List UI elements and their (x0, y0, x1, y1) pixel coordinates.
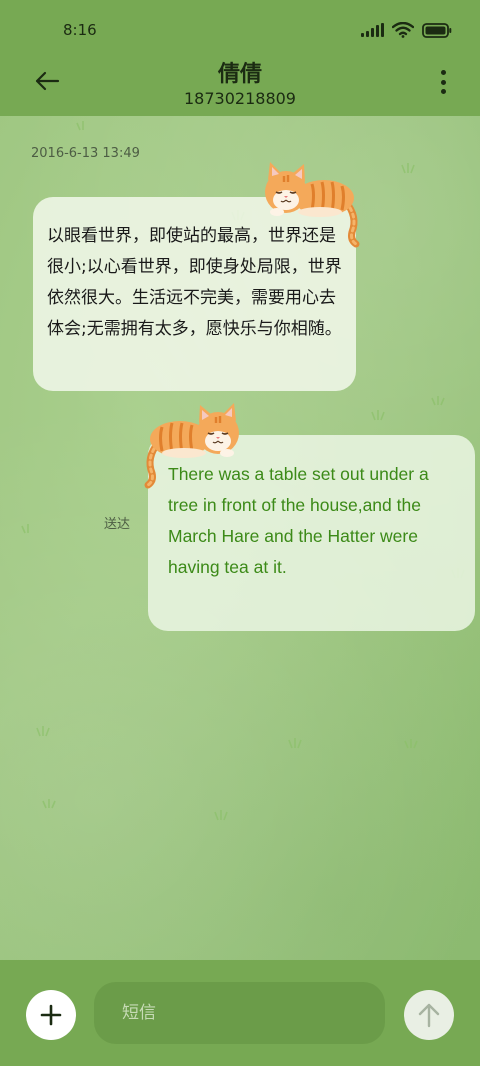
battery-icon (422, 22, 452, 38)
more-vertical-icon (440, 70, 446, 75)
status-bar: 8:16 (0, 0, 480, 62)
sleeping-cat-icon (265, 162, 360, 248)
status-icons (361, 22, 452, 38)
contact-name: 倩倩 (217, 62, 262, 87)
arrow-up-icon (418, 1003, 440, 1028)
plus-icon (40, 1004, 62, 1026)
delivery-status: 送达 (104, 517, 131, 532)
send-button[interactable] (404, 990, 454, 1040)
contact-phone-number: 18730218809 (184, 89, 296, 108)
message-timestamp: 2016-6-13 13:49 (31, 146, 140, 161)
message-input[interactable] (94, 982, 385, 1044)
sleeping-cat-icon (144, 403, 239, 489)
add-attachment-button[interactable] (26, 990, 76, 1040)
messaging-screen: 8:16 倩倩 18730218809 2016-6-13 13:49 以眼看世… (0, 0, 480, 1066)
signal-icon (361, 23, 384, 37)
status-time: 8:16 (63, 21, 97, 39)
more-options-button[interactable] (438, 70, 448, 94)
wifi-icon (392, 22, 414, 38)
